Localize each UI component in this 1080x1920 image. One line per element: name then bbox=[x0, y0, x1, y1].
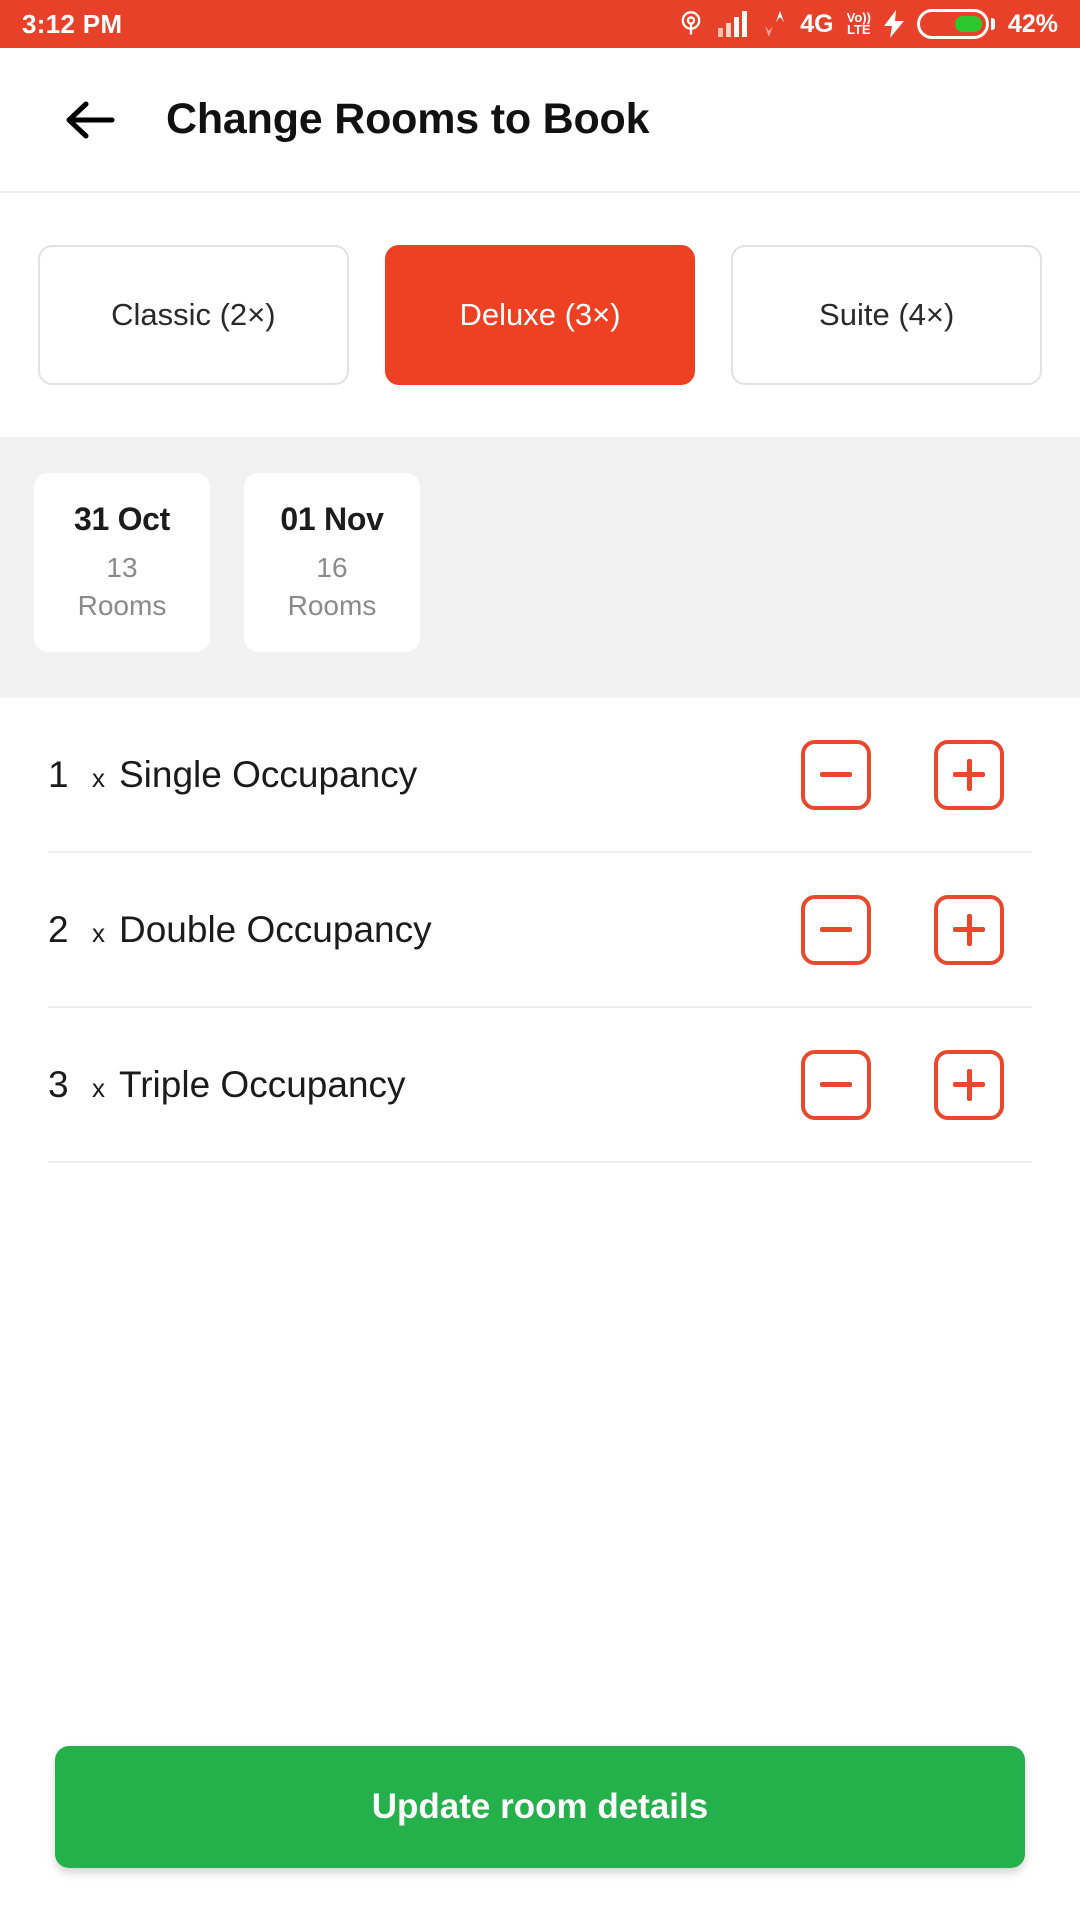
plus-icon bbox=[966, 758, 972, 791]
decrement-button[interactable] bbox=[801, 739, 871, 810]
plus-icon bbox=[966, 913, 972, 946]
occupancy-row-triple: 3 x Triple Occupancy bbox=[48, 1008, 1032, 1163]
status-time: 3:12 PM bbox=[22, 8, 123, 39]
minus-icon bbox=[820, 927, 852, 932]
occupancy-name: Single Occupancy bbox=[119, 753, 418, 795]
status-icons: 4G Vo)) LTE 42% bbox=[677, 9, 1058, 39]
data-transfer-icon bbox=[763, 11, 787, 37]
occupancy-quantity: 3 bbox=[48, 1063, 69, 1105]
occupancy-list: 1 x Single Occupancy 2 x Double Occupanc… bbox=[0, 698, 1080, 1163]
occupancy-quantity: 2 bbox=[48, 908, 69, 950]
quantity-stepper bbox=[801, 739, 1032, 810]
quantity-stepper bbox=[801, 894, 1032, 965]
date-room-count: 13 bbox=[106, 552, 138, 583]
occupancy-row-single: 1 x Single Occupancy bbox=[48, 698, 1032, 853]
arrow-left-icon bbox=[66, 101, 115, 138]
occupancy-multiplier: x bbox=[92, 917, 105, 948]
occupancy-label: 1 x Single Occupancy bbox=[48, 754, 801, 796]
occupancy-multiplier: x bbox=[92, 1072, 105, 1103]
quantity-stepper bbox=[801, 1049, 1032, 1120]
date-room-count: 16 bbox=[316, 552, 348, 583]
back-button[interactable] bbox=[62, 92, 118, 148]
update-room-details-button[interactable]: Update room details bbox=[55, 1746, 1025, 1868]
room-type-label: Suite (4×) bbox=[819, 297, 955, 332]
decrement-button[interactable] bbox=[801, 1049, 871, 1120]
increment-button[interactable] bbox=[934, 894, 1004, 965]
battery-icon bbox=[916, 9, 995, 39]
app-screen: 3:12 PM 4G Vo)) LTE 42% Change Rooms to … bbox=[0, 0, 1080, 1920]
page-header: Change Rooms to Book bbox=[0, 48, 1080, 193]
occupancy-multiplier: x bbox=[92, 762, 105, 793]
battery-percent-label: 42% bbox=[1007, 9, 1058, 38]
room-type-tabs: Classic (2×) Deluxe (3×) Suite (4×) bbox=[0, 193, 1080, 437]
occupancy-name: Double Occupancy bbox=[119, 908, 432, 950]
page-title: Change Rooms to Book bbox=[166, 95, 650, 143]
room-type-chip-suite[interactable]: Suite (4×) bbox=[731, 245, 1043, 385]
date-card[interactable]: 01 Nov 16 Rooms bbox=[244, 473, 420, 652]
date-card[interactable]: 31 Oct 13 Rooms bbox=[34, 473, 210, 652]
charging-bolt-icon bbox=[883, 10, 904, 38]
occupancy-label: 3 x Triple Occupancy bbox=[48, 1064, 801, 1106]
room-type-chip-classic[interactable]: Classic (2×) bbox=[38, 245, 349, 385]
occupancy-label: 2 x Double Occupancy bbox=[48, 909, 801, 951]
occupancy-row-double: 2 x Double Occupancy bbox=[48, 853, 1032, 1008]
date-room-unit: Rooms bbox=[287, 590, 377, 621]
room-type-chip-deluxe[interactable]: Deluxe (3×) bbox=[384, 245, 696, 385]
increment-button[interactable] bbox=[934, 1049, 1004, 1120]
network-type-label: 4G bbox=[800, 9, 834, 38]
volte-icon: Vo)) LTE bbox=[847, 11, 871, 37]
occupancy-name: Triple Occupancy bbox=[119, 1063, 406, 1105]
date-room-unit: Rooms bbox=[77, 590, 167, 621]
room-type-label: Deluxe (3×) bbox=[459, 297, 621, 332]
date-label: 31 Oct bbox=[73, 501, 171, 537]
minus-icon bbox=[820, 772, 852, 777]
cta-container: Update room details bbox=[0, 1746, 1080, 1868]
occupancy-quantity: 1 bbox=[48, 753, 69, 795]
plus-icon bbox=[966, 1068, 972, 1101]
gps-icon bbox=[677, 10, 705, 38]
increment-button[interactable] bbox=[934, 739, 1004, 810]
date-label: 01 Nov bbox=[280, 501, 384, 537]
signal-bars-icon bbox=[718, 11, 750, 37]
status-bar: 3:12 PM 4G Vo)) LTE 42% bbox=[0, 0, 1080, 48]
decrement-button[interactable] bbox=[801, 894, 871, 965]
volte-bottom-label: LTE bbox=[847, 22, 871, 37]
minus-icon bbox=[820, 1082, 852, 1087]
room-type-label: Classic (2×) bbox=[111, 297, 276, 332]
date-availability-strip: 31 Oct 13 Rooms 01 Nov 16 Rooms bbox=[0, 437, 1080, 698]
